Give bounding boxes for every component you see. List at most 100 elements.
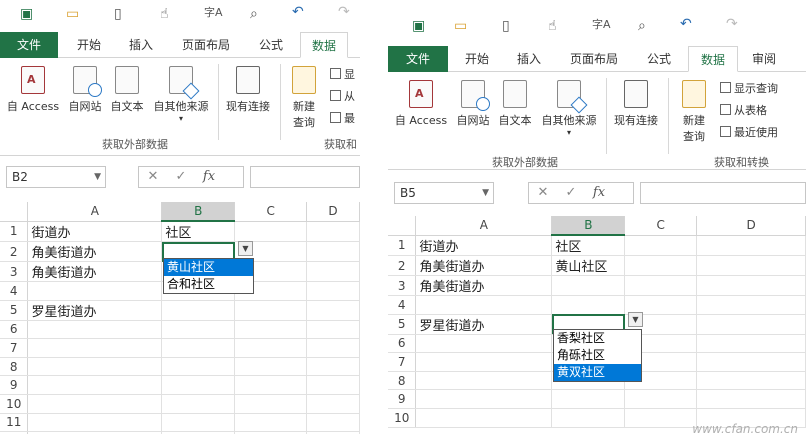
cell[interactable]: [27, 320, 163, 340]
recent-sources-button[interactable]: 最近使用: [720, 124, 778, 140]
cell[interactable]: [234, 413, 308, 433]
cell[interactable]: [306, 357, 360, 377]
tab-page-layout[interactable]: 页面布局: [560, 46, 628, 72]
cell[interactable]: [415, 408, 553, 428]
cell[interactable]: [234, 375, 308, 395]
from-other-sources-button[interactable]: 自其他来源 ▾: [536, 80, 602, 137]
cell[interactable]: 角美街道办: [415, 255, 553, 276]
row-header[interactable]: 9: [388, 389, 417, 409]
cell[interactable]: [161, 357, 236, 377]
cell[interactable]: [696, 295, 806, 315]
validation-dropdown-button[interactable]: ▼: [628, 312, 643, 327]
cell[interactable]: [696, 314, 806, 335]
cell[interactable]: [696, 371, 806, 391]
column-header-b[interactable]: B: [161, 202, 236, 222]
cell[interactable]: [696, 235, 806, 256]
existing-connections-button[interactable]: 现有连接: [610, 80, 662, 128]
name-box[interactable]: B5 ▼: [394, 182, 494, 204]
cell[interactable]: [234, 394, 308, 414]
cell[interactable]: [624, 235, 698, 256]
cell[interactable]: [551, 389, 626, 409]
row-header[interactable]: 8: [0, 357, 29, 377]
cell[interactable]: 街道办: [27, 221, 163, 242]
cell[interactable]: [415, 295, 553, 315]
tab-file[interactable]: 文件: [388, 46, 448, 72]
cancel-icon[interactable]: ✕: [529, 183, 557, 203]
select-all-corner[interactable]: [0, 202, 29, 222]
tab-insert[interactable]: 插入: [506, 46, 552, 72]
cell[interactable]: [415, 352, 553, 372]
cell[interactable]: 罗星街道办: [415, 314, 553, 335]
spelling-icon[interactable]: 字A: [592, 16, 611, 32]
select-all-corner[interactable]: [388, 216, 417, 236]
row-header[interactable]: 9: [0, 375, 29, 395]
cell[interactable]: [161, 320, 236, 340]
cell[interactable]: [696, 352, 806, 372]
row-header[interactable]: 10: [388, 408, 417, 428]
from-access-button[interactable]: 自 Access: [4, 66, 62, 114]
row-header[interactable]: 2: [388, 255, 417, 276]
cell[interactable]: [696, 255, 806, 276]
tab-home[interactable]: 开始: [66, 32, 112, 58]
tab-data[interactable]: 数据: [688, 46, 738, 72]
cell[interactable]: [306, 281, 360, 301]
touch-mode-icon[interactable]: ☝: [160, 6, 169, 22]
row-header[interactable]: 1: [388, 235, 417, 256]
from-table-button[interactable]: 从: [330, 88, 355, 104]
cell[interactable]: [624, 408, 698, 428]
cell[interactable]: [234, 357, 308, 377]
cell[interactable]: [234, 320, 308, 340]
row-header[interactable]: 11: [0, 413, 29, 433]
column-header-a[interactable]: A: [27, 202, 163, 222]
cell[interactable]: [161, 394, 236, 414]
tab-formulas[interactable]: 公式: [248, 32, 294, 58]
row-header[interactable]: 3: [388, 275, 417, 296]
row-header[interactable]: 7: [388, 352, 417, 372]
tab-page-layout[interactable]: 页面布局: [172, 32, 240, 58]
open-folder-icon[interactable]: ▭: [454, 18, 467, 34]
open-folder-icon[interactable]: ▭: [66, 6, 79, 22]
cell[interactable]: 罗星街道办: [27, 300, 163, 321]
cell[interactable]: [415, 334, 553, 354]
cell[interactable]: [27, 357, 163, 377]
cell[interactable]: [306, 338, 360, 358]
cell[interactable]: [624, 275, 698, 296]
tab-home[interactable]: 开始: [454, 46, 500, 72]
recent-sources-button[interactable]: 最: [330, 110, 355, 126]
cell[interactable]: [551, 275, 626, 296]
cell[interactable]: [696, 389, 806, 409]
row-header[interactable]: 2: [0, 241, 29, 262]
cell[interactable]: 街道办: [415, 235, 553, 256]
cell[interactable]: [306, 300, 360, 321]
insert-function-icon[interactable]: fx: [195, 167, 223, 187]
from-text-button[interactable]: 自文本: [106, 66, 148, 114]
row-header[interactable]: 5: [0, 300, 29, 321]
save-icon[interactable]: ▣: [412, 18, 425, 34]
column-header-d[interactable]: D: [696, 216, 806, 236]
row-header[interactable]: 10: [0, 394, 29, 414]
cell[interactable]: 社区: [161, 221, 236, 242]
cell[interactable]: [161, 338, 236, 358]
new-file-icon[interactable]: ▯: [114, 6, 122, 22]
redo-icon[interactable]: ↷: [338, 4, 350, 20]
column-header-b[interactable]: B: [551, 216, 626, 236]
dropdown-option[interactable]: 黄双社区: [554, 364, 641, 381]
cell[interactable]: [234, 300, 308, 321]
cell[interactable]: [161, 413, 236, 433]
cell[interactable]: [161, 300, 236, 321]
existing-connections-button[interactable]: 现有连接: [222, 66, 274, 114]
cell[interactable]: 黄山社区: [551, 255, 626, 276]
cell[interactable]: [306, 413, 360, 433]
tab-insert[interactable]: 插入: [118, 32, 164, 58]
cell[interactable]: [415, 389, 553, 409]
row-header[interactable]: 3: [0, 261, 29, 282]
confirm-icon[interactable]: ✓: [167, 167, 195, 187]
validation-dropdown-button[interactable]: ▼: [238, 241, 253, 256]
undo-icon[interactable]: ↶: [292, 4, 304, 20]
confirm-icon[interactable]: ✓: [557, 183, 585, 203]
cell[interactable]: [551, 408, 626, 428]
dropdown-option[interactable]: 合和社区: [164, 276, 253, 293]
name-box[interactable]: B2 ▼: [6, 166, 106, 188]
cell[interactable]: [306, 221, 360, 242]
cell[interactable]: [624, 389, 698, 409]
